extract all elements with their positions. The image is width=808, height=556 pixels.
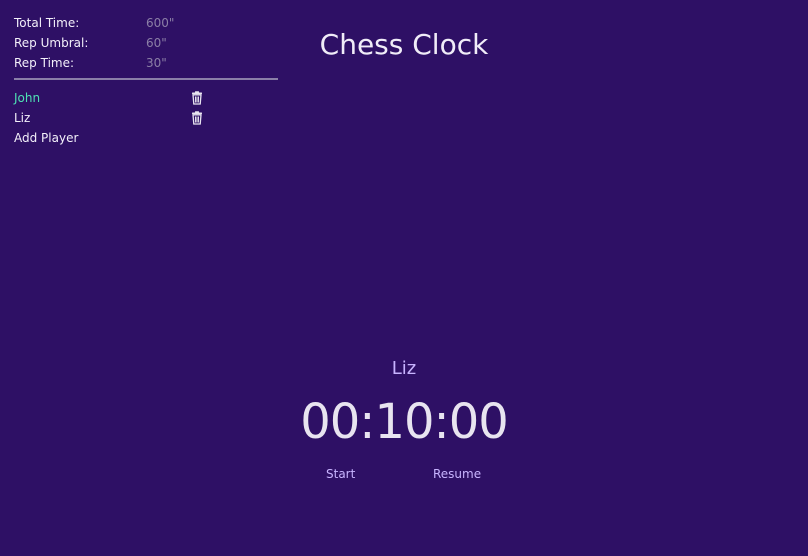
player-name[interactable]: John [14, 91, 190, 105]
add-player-button[interactable]: Add Player [14, 128, 278, 148]
player-row: John [14, 88, 278, 108]
player-list: John Liz Add Player [14, 88, 278, 148]
start-button[interactable]: Start [326, 465, 355, 483]
player-row: Liz [14, 108, 278, 128]
clock-controls: Start Resume [0, 465, 808, 485]
resume-button[interactable]: Resume [433, 465, 481, 483]
player-name[interactable]: Liz [14, 111, 190, 125]
current-player-name: Liz [391, 358, 417, 379]
trash-icon[interactable] [190, 91, 204, 105]
divider [14, 78, 278, 80]
page-title: Chess Clock [319, 28, 489, 61]
trash-icon[interactable] [190, 111, 204, 125]
clock-display: 00:10:00 [300, 394, 509, 450]
